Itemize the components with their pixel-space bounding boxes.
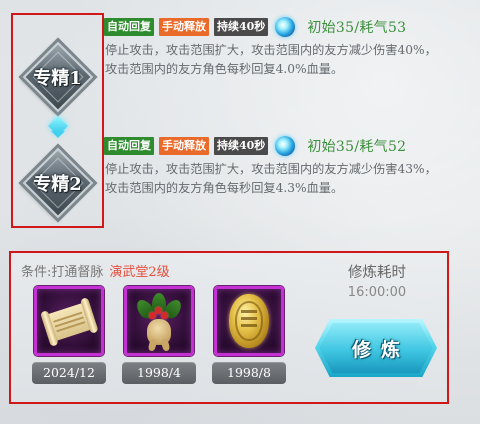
skill-tags: 自动回复 手动释放 持续40秒 初始35/耗气53 xyxy=(104,16,476,38)
condition-highlight: 演武堂2级 xyxy=(109,265,170,280)
cultivate-time-value: 16:00:00 xyxy=(347,285,407,300)
cultivation-panel: 条件:打通督脉 演武堂2级 2024/12 1998/4 1998/8 修炼耗时… xyxy=(9,251,449,404)
skill-description: 停止攻击，攻击范围扩大，攻击范围内的友方减少伤害40%，攻击范围内的友方角色每秒… xyxy=(105,43,437,76)
skill-description: 停止攻击，攻击范围扩大，攻击范围内的友方减少伤害43%，攻击范围内的友方角色每秒… xyxy=(105,162,437,195)
material-count: 1998/8 xyxy=(212,362,286,384)
spec-label-1: 专精1 xyxy=(33,68,82,89)
cultivate-time: 修炼耗时 16:00:00 xyxy=(329,261,425,300)
material-frame[interactable] xyxy=(124,286,194,356)
blue-orb-icon xyxy=(275,17,296,37)
material-item-2[interactable]: 1998/4 xyxy=(122,286,196,384)
material-count: 1998/4 xyxy=(122,362,196,384)
tag-auto: 自动回复 xyxy=(104,18,154,36)
arrow-down-icon xyxy=(50,131,65,138)
material-frame[interactable] xyxy=(34,286,104,356)
cultivate-time-title: 修炼耗时 xyxy=(348,265,406,281)
tag-duration: 持续40秒 xyxy=(214,137,269,155)
tag-manual: 手动释放 xyxy=(159,137,209,155)
skill-entry-2: 自动回复 手动释放 持续40秒 初始35/耗气52 停止攻击，攻击范围扩大，攻击… xyxy=(104,135,476,198)
cultivate-button[interactable]: 修炼 xyxy=(315,319,437,377)
blue-orb-icon xyxy=(275,136,296,156)
material-item-1[interactable]: 2024/12 xyxy=(32,286,106,384)
tag-duration: 持续40秒 xyxy=(214,18,269,36)
material-item-3[interactable]: 1998/8 xyxy=(212,286,286,384)
cultivate-button-label: 修炼 xyxy=(351,338,410,361)
scroll-icon xyxy=(39,297,99,347)
skill-cost: 初始35/耗气52 xyxy=(307,139,407,155)
tag-auto: 自动回复 xyxy=(104,137,154,155)
condition-label: 条件:打通督脉 xyxy=(21,265,104,280)
gold-coin-icon xyxy=(229,294,269,348)
spec-node-2[interactable]: 专精2 xyxy=(22,147,93,219)
condition-text: 条件:打通督脉 演武堂2级 xyxy=(21,261,170,280)
tag-manual: 手动释放 xyxy=(159,18,209,36)
material-frame[interactable] xyxy=(214,286,284,356)
skill-tags: 自动回复 手动释放 持续40秒 初始35/耗气52 xyxy=(104,135,476,157)
spec-column: 专精1 专精2 xyxy=(11,13,104,228)
material-count: 2024/12 xyxy=(32,362,106,384)
skill-entry-1: 自动回复 手动释放 持续40秒 初始35/耗气53 停止攻击，攻击范围扩大，攻击… xyxy=(104,16,476,79)
spec-node-1[interactable]: 专精1 xyxy=(22,41,93,113)
skill-cost: 初始35/耗气53 xyxy=(307,20,407,36)
ginseng-icon xyxy=(133,293,185,349)
spec-label-2: 专精2 xyxy=(33,174,82,195)
